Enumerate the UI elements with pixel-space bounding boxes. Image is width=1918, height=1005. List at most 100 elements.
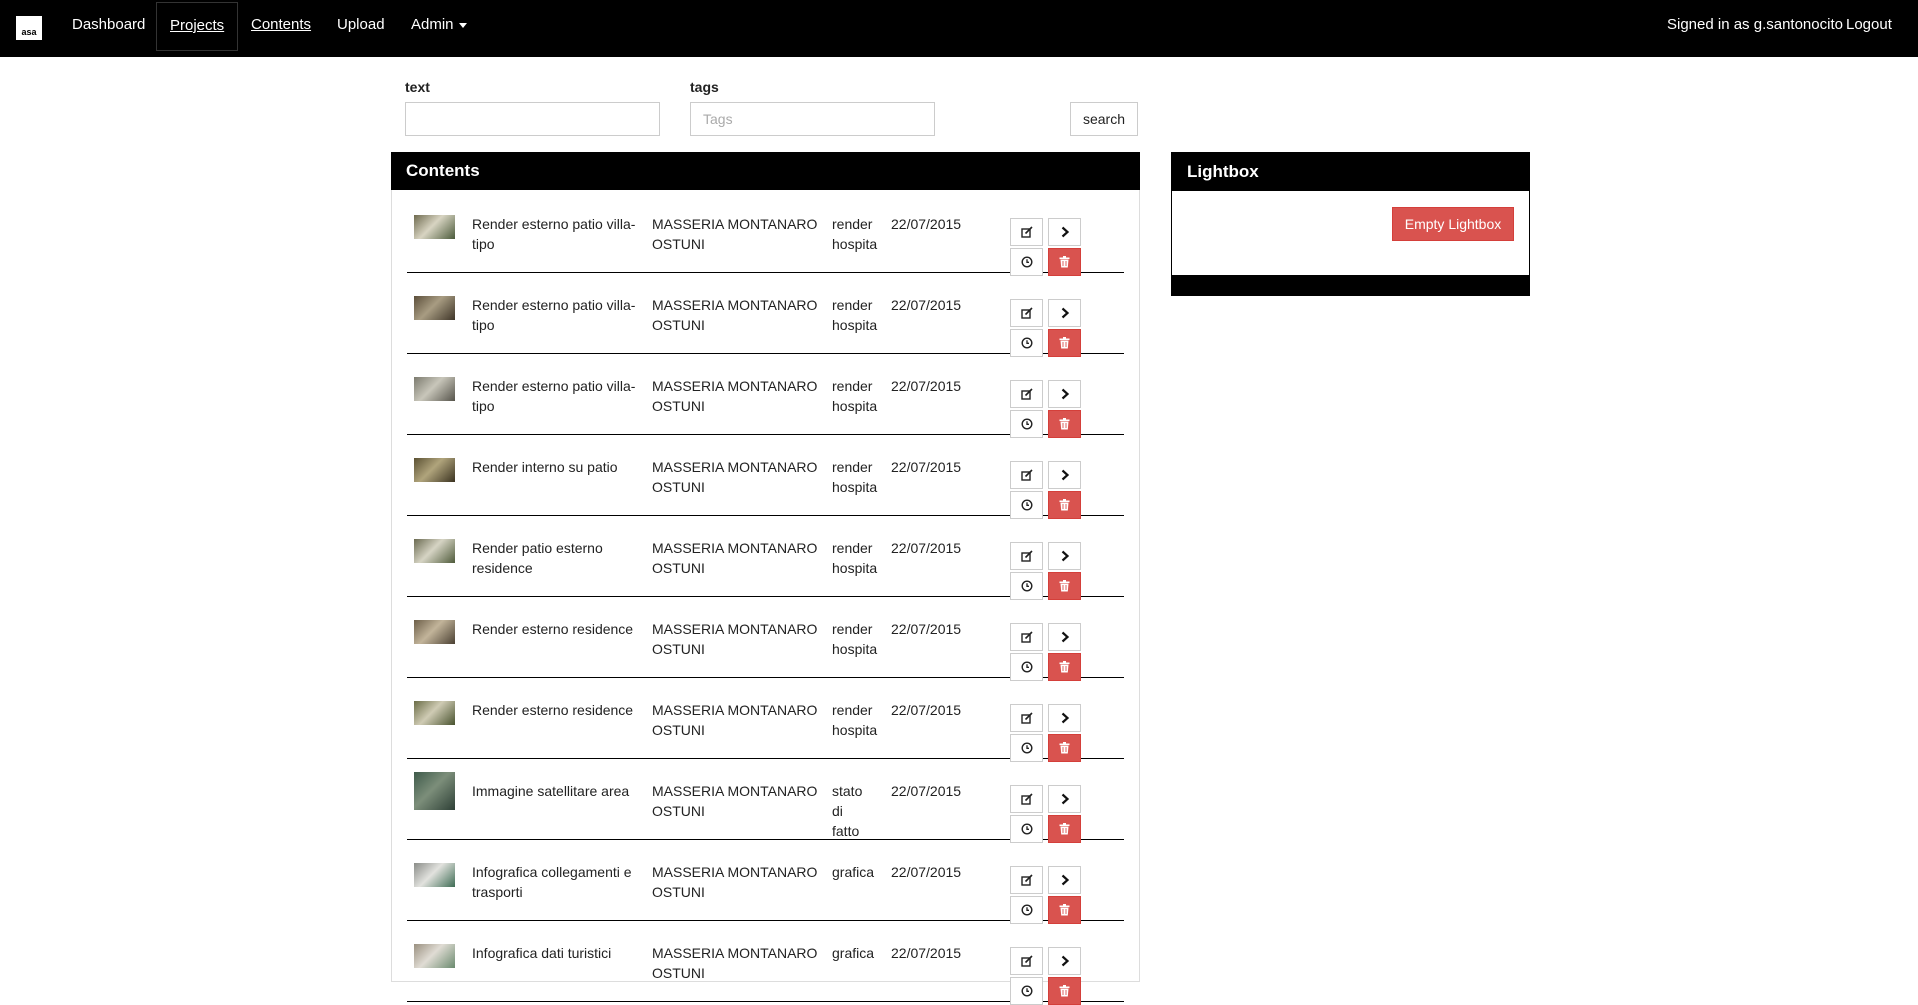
top-navbar: asa Dashboard Projects Contents Upload A… [0,0,1918,57]
edit-button[interactable] [1010,704,1043,732]
content-thumbnail[interactable] [414,772,455,810]
edit-icon [1020,550,1033,562]
content-title: Render esterno patio villa-tipo [472,297,636,333]
clock-icon [1020,661,1033,673]
history-button[interactable] [1010,896,1043,924]
content-row: Render esterno residence MASSERIA MONTANA… [407,678,1124,762]
delete-button[interactable] [1048,491,1081,519]
nav-admin-dropdown[interactable]: Admin [411,0,467,57]
history-button[interactable] [1010,734,1043,762]
delete-button[interactable] [1048,572,1081,600]
nav-contents[interactable]: Contents [251,0,311,57]
content-thumbnail[interactable] [414,296,455,320]
clock-icon [1020,580,1033,592]
history-button[interactable] [1010,815,1043,843]
caret-down-icon [458,22,467,28]
history-button[interactable] [1010,977,1043,1005]
content-row: Render patio esterno residence MASSERIA M… [407,516,1124,600]
content-thumbnail[interactable] [414,863,455,887]
delete-button[interactable] [1048,734,1081,762]
content-tags: render hospita [832,540,878,576]
content-thumbnail[interactable] [414,539,455,563]
open-button[interactable] [1048,299,1081,327]
edit-icon [1020,469,1033,481]
text-search-input[interactable] [405,102,660,136]
clock-icon [1020,985,1033,997]
edit-icon [1020,874,1033,886]
edit-button[interactable] [1010,380,1043,408]
open-button[interactable] [1048,704,1081,732]
content-thumbnail[interactable] [414,458,455,482]
delete-button[interactable] [1048,329,1081,357]
empty-lightbox-button[interactable]: Empty Lightbox [1392,207,1514,241]
asa-logo[interactable]: asa [16,16,42,40]
clock-icon [1020,499,1033,511]
open-button[interactable] [1048,623,1081,651]
history-button[interactable] [1010,410,1043,438]
content-date: 22/07/2015 [891,378,962,394]
content-thumbnail[interactable] [414,377,455,401]
content-row: Render esterno patio villa-tipo MASSERIA … [407,354,1124,438]
history-button[interactable] [1010,653,1043,681]
open-button[interactable] [1048,947,1081,975]
open-button[interactable] [1048,785,1081,813]
content-project: MASSERIA MONTANARO OSTUNI [652,216,818,252]
content-title: Render interno su patio [472,459,618,475]
edit-button[interactable] [1010,299,1043,327]
delete-button[interactable] [1048,815,1081,843]
signed-in-text: Signed in as g.santonocito [1667,16,1843,33]
content-title: Immagine satellitare area [472,783,630,799]
contents-panel: Contents Render esterno patio villa-tipo… [391,152,1140,1005]
delete-button[interactable] [1048,248,1081,276]
open-button[interactable] [1048,380,1081,408]
content-thumbnail[interactable] [414,620,455,644]
tags-input[interactable] [690,102,935,136]
chevron-right-icon [1060,388,1070,400]
open-button[interactable] [1048,461,1081,489]
content-project: MASSERIA MONTANARO OSTUNI [652,621,818,657]
search-button[interactable]: search [1070,102,1138,136]
nav-dashboard[interactable]: Dashboard [72,0,145,57]
trash-icon [1059,742,1070,754]
open-button[interactable] [1048,866,1081,894]
delete-button[interactable] [1048,653,1081,681]
history-button[interactable] [1010,491,1043,519]
trash-icon [1059,985,1070,997]
open-button[interactable] [1048,542,1081,570]
delete-button[interactable] [1048,896,1081,924]
nav-upload[interactable]: Upload [337,0,385,57]
content-thumbnail[interactable] [414,215,455,239]
edit-button[interactable] [1010,866,1043,894]
content-title: Infografica dati turistici [472,945,612,961]
edit-button[interactable] [1010,218,1043,246]
edit-icon [1020,955,1033,967]
content-title: Render esterno residence [472,702,634,718]
history-button[interactable] [1010,248,1043,276]
trash-icon [1059,418,1070,430]
edit-button[interactable] [1010,947,1043,975]
content-title: Render patio esterno residence [472,540,603,576]
content-row: Render esterno patio villa-tipo MASSERIA … [407,192,1124,276]
content-title: Render esterno patio villa-tipo [472,216,636,252]
delete-button[interactable] [1048,977,1081,1005]
logout-link[interactable]: Logout [1846,0,1892,57]
lightbox-panel-title: Lightbox [1172,153,1529,191]
tags-label: tags [690,79,719,95]
edit-button[interactable] [1010,461,1043,489]
content-thumbnail[interactable] [414,701,455,725]
lightbox-footer [1172,275,1529,295]
content-tags: render hospita [832,297,878,333]
nav-projects[interactable]: Projects [156,2,239,51]
trash-icon [1059,256,1070,268]
edit-button[interactable] [1010,542,1043,570]
edit-button[interactable] [1010,785,1043,813]
history-button[interactable] [1010,572,1043,600]
content-title: Infografica collegamenti e trasporti [472,864,632,900]
edit-button[interactable] [1010,623,1043,651]
content-thumbnail[interactable] [414,944,455,968]
content-project: MASSERIA MONTANARO OSTUNI [652,378,818,414]
history-button[interactable] [1010,329,1043,357]
delete-button[interactable] [1048,410,1081,438]
chevron-right-icon [1060,550,1070,562]
open-button[interactable] [1048,218,1081,246]
